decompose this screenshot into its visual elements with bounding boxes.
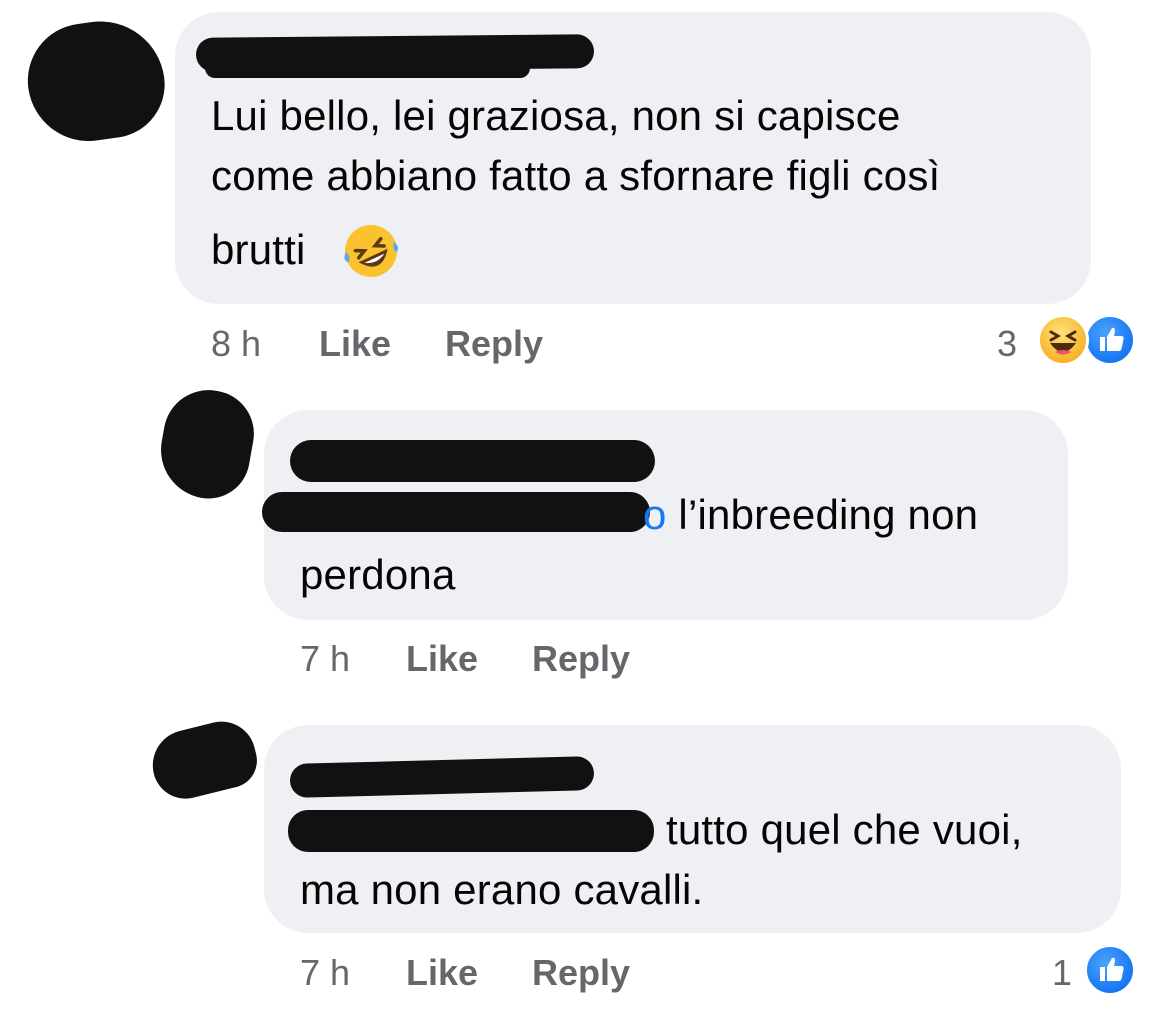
- rolling-laughing-emoji-icon: [344, 225, 398, 277]
- reply-button[interactable]: Reply: [532, 639, 630, 679]
- comment-text-line: brutti: [211, 226, 306, 273]
- comment-text-line: ma non erano cavalli.: [300, 866, 704, 913]
- reaction-count: 3: [997, 323, 1018, 364]
- like-button[interactable]: Like: [406, 953, 478, 993]
- like-button[interactable]: Like: [406, 639, 478, 679]
- comment-text-line: perdona: [300, 551, 456, 598]
- timestamp: 7 h: [300, 638, 351, 679]
- author-name-redacted: [205, 58, 530, 78]
- comment-text: l’inbreeding non: [666, 491, 979, 538]
- comment-text-line: Lui bello, lei graziosa, non si capisce: [211, 92, 901, 139]
- like-reaction-icon: [1084, 314, 1136, 366]
- timestamp: 8 h: [211, 323, 262, 364]
- haha-reaction-icon: [1037, 314, 1089, 366]
- comment-text-line: tutto quel che vuoi,: [666, 806, 1023, 853]
- reply-button[interactable]: Reply: [532, 953, 630, 993]
- reply-button[interactable]: Reply: [445, 324, 543, 364]
- avatar[interactable]: [145, 714, 263, 806]
- mention-redacted[interactable]: [288, 810, 654, 852]
- like-button[interactable]: Like: [319, 324, 391, 364]
- comment-text-line: o l’inbreeding non: [643, 485, 978, 545]
- author-name-redacted[interactable]: [290, 440, 655, 482]
- reaction-count: 1: [1052, 952, 1073, 993]
- avatar[interactable]: [20, 13, 172, 149]
- avatar[interactable]: [153, 383, 261, 505]
- timestamp: 7 h: [300, 952, 351, 993]
- mention-link[interactable]: o: [643, 491, 667, 538]
- comment-text-line: come abbiano fatto a sfornare figli così: [211, 152, 941, 199]
- like-reaction-icon: [1084, 944, 1136, 996]
- mention-redacted[interactable]: [262, 492, 650, 532]
